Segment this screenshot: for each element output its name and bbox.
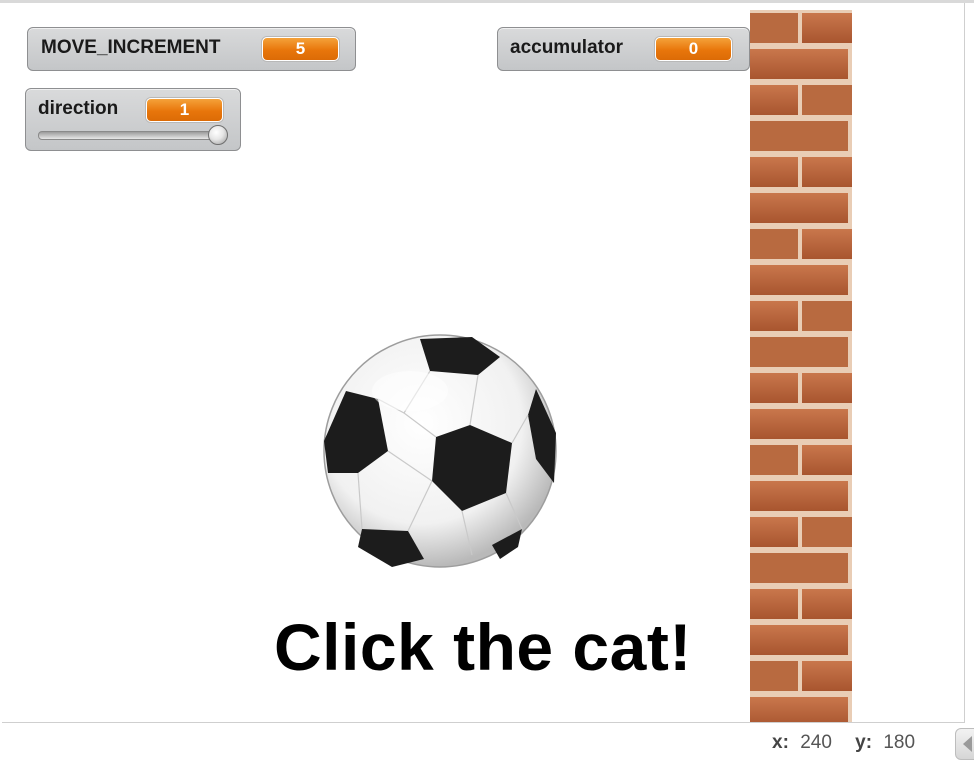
brick <box>750 589 798 619</box>
variable-value: 1 <box>146 98 223 122</box>
brick <box>750 229 798 259</box>
brick <box>802 517 852 547</box>
y-value: 180 <box>883 732 916 753</box>
variable-value: 5 <box>262 37 339 61</box>
brick <box>802 85 852 115</box>
x-value: 240 <box>800 732 832 753</box>
brick <box>750 265 848 295</box>
brick-wall-sprite[interactable] <box>750 10 852 722</box>
brick <box>750 697 848 722</box>
brick <box>750 121 848 151</box>
brick <box>802 373 852 403</box>
brick <box>802 13 852 43</box>
x-label: x: <box>772 732 789 753</box>
soccer-ball-sprite[interactable] <box>322 333 558 569</box>
brick <box>802 301 852 331</box>
brick <box>750 481 848 511</box>
brick <box>750 661 798 691</box>
brick <box>802 157 852 187</box>
brick <box>802 661 852 691</box>
brick <box>750 517 798 547</box>
variable-name: direction <box>38 98 119 119</box>
direction-slider-track[interactable] <box>38 131 226 140</box>
scroll-left-arrow-icon[interactable] <box>955 728 974 760</box>
click-the-cat-message: Click the cat! <box>274 610 692 684</box>
brick <box>750 85 798 115</box>
variable-name: MOVE_INCREMENT <box>41 37 221 58</box>
brick <box>750 13 798 43</box>
brick <box>750 625 848 655</box>
y-label: y: <box>855 732 873 753</box>
brick <box>750 157 798 187</box>
brick <box>750 301 798 331</box>
variable-name: accumulator <box>510 37 623 58</box>
brick <box>802 229 852 259</box>
variable-value: 0 <box>655 37 732 61</box>
brick <box>750 409 848 439</box>
brick <box>802 445 852 475</box>
brick <box>750 445 798 475</box>
brick <box>750 553 848 583</box>
stage[interactable]: MOVE_INCREMENT 5 accumulator 0 direction… <box>2 3 965 723</box>
brick <box>750 193 848 223</box>
brick <box>802 589 852 619</box>
direction-slider-knob[interactable] <box>208 125 228 145</box>
variable-monitor-accumulator[interactable]: accumulator 0 <box>497 27 750 71</box>
variable-monitor-move-increment[interactable]: MOVE_INCREMENT 5 <box>27 27 356 71</box>
mouse-coordinates: x: 240 y: 180 <box>772 732 915 754</box>
brick <box>750 337 848 367</box>
variable-monitor-direction[interactable]: direction 1 <box>25 88 241 151</box>
brick <box>750 373 798 403</box>
brick <box>750 49 848 79</box>
